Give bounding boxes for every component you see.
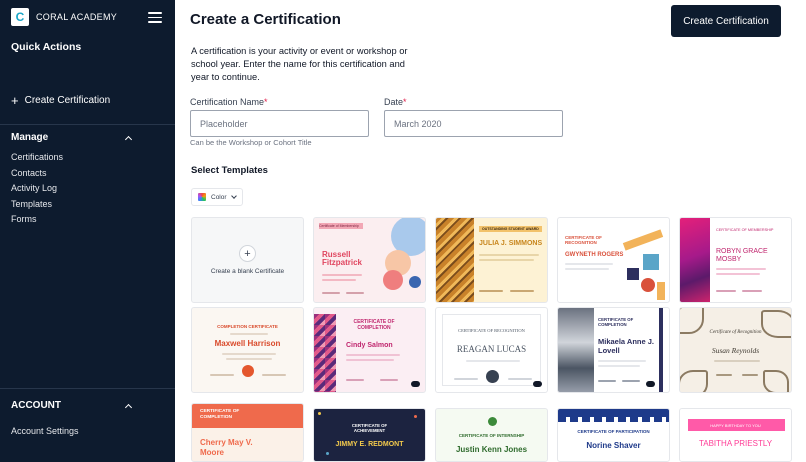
sidebar-create-certification-label: Create Certification [24, 95, 111, 106]
sidebar: C CORAL ACADEMY Quick Actions + Create C… [0, 0, 175, 462]
template-recipient-name: Mikaela Anne J. Lovell [598, 337, 654, 355]
manage-nav: Certifications Contacts Activity Log Tem… [11, 151, 63, 229]
brand-logo: C [11, 8, 29, 26]
template-tile[interactable]: HAPPY BIRTHDAY TO YOU TABITHA PRIESTLY [679, 408, 792, 462]
template-heading: COMPLETION CERTIFICATE [217, 324, 278, 329]
template-heading: CERTIFICATE OF ACHIEVEMENT [351, 423, 388, 433]
template-recipient-name: Cindy Salmon [346, 342, 393, 349]
template-tile[interactable]: CERTIFICATE OF RECOGNITION GWYNETH ROGER… [557, 217, 670, 303]
chevron-up-icon [124, 135, 133, 143]
template-tile[interactable]: CERTIFICATE OF INTERNSHIP Justin Kenn Jo… [435, 408, 548, 462]
account-title: ACCOUNT [11, 400, 61, 411]
template-recipient-name: GWYNETH ROGERS [565, 252, 624, 258]
certification-name-input[interactable] [190, 110, 369, 137]
template-recipient-name: Russell Fitzpatrick [322, 250, 363, 267]
create-certification-button[interactable]: Create Certification [671, 5, 781, 37]
template-heading: CERTIFICATE OF COMPLETION [200, 409, 240, 420]
manage-title: Manage [11, 132, 49, 143]
template-recipient-name: JIMMY E. REDMONT [335, 441, 404, 448]
template-recipient-name: Susan Reynolds [711, 346, 760, 355]
template-recipient-name: Cherry May V. Moore [200, 438, 253, 457]
template-heading: CERTIFICATE OF RECOGNITION [565, 235, 602, 245]
date-input[interactable] [384, 110, 563, 137]
template-tile[interactable]: CERTIFICATE OF COMPLETION Mikaela Anne J… [557, 307, 670, 393]
description-text: A certification is your activity or even… [191, 46, 408, 83]
sidebar-item-forms[interactable]: Forms [11, 213, 63, 229]
template-tile[interactable]: CERTIFICATE OF COMPLETION Cindy Salmon [313, 307, 426, 393]
manage-section-toggle[interactable]: Manage [11, 132, 133, 143]
certification-name-hint: Can be the Workshop or Cohort Title [190, 138, 312, 147]
template-recipient-name: REAGAN LUCAS [456, 344, 527, 354]
brand[interactable]: C CORAL ACADEMY [11, 8, 117, 26]
account-section-toggle[interactable]: ACCOUNT [11, 400, 133, 411]
template-heading: CERTIFICATE OF INTERNSHIP [458, 433, 525, 438]
template-heading: Certificate of Membership [319, 224, 359, 228]
template-heading: Certificate of Recognition [709, 330, 762, 335]
template-tile[interactable]: CERTIFICATE OF ACHIEVEMENT JIMMY E. REDM… [313, 408, 426, 462]
template-tile[interactable]: CERTIFICATE OF COMPLETION Cherry May V. … [191, 403, 304, 462]
color-filter-label: Color [211, 193, 227, 201]
template-recipient-name: Maxwell Harrison [214, 339, 281, 348]
date-label: Date* [384, 97, 407, 107]
template-tile[interactable]: COMPLETION CERTIFICATE Maxwell Harrison [191, 307, 304, 393]
sidebar-item-contacts[interactable]: Contacts [11, 167, 63, 183]
chevron-down-icon [230, 193, 237, 199]
template-tile[interactable]: CERTIFICATE OF MEMBERSHIP ROBYN GRACE MO… [679, 217, 792, 303]
sidebar-divider [0, 388, 175, 389]
chevron-up-icon [124, 403, 133, 411]
template-recipient-name: TABITHA PRIESTLY [698, 439, 773, 448]
color-filter-dropdown[interactable]: Color [191, 188, 243, 206]
color-palette-icon [198, 193, 206, 201]
template-heading: HAPPY BIRTHDAY TO YOU [710, 423, 761, 428]
template-recipient-name: JULIA J. SIMMONS [479, 240, 543, 247]
template-recipient-name: Norine Shaver [586, 441, 641, 450]
template-heading: CERTIFICATE OF PARTICIPATION [577, 429, 650, 434]
template-heading: OUTSTANDING STUDENT AWARD [479, 226, 542, 232]
template-tile[interactable]: OUTSTANDING STUDENT AWARD JULIA J. SIMMO… [435, 217, 548, 303]
sidebar-item-activity-log[interactable]: Activity Log [11, 182, 63, 198]
sidebar-divider [0, 124, 175, 125]
template-tile[interactable]: Certificate of Recognition Susan Reynold… [679, 307, 792, 393]
quick-actions-title: Quick Actions [11, 41, 82, 53]
blank-template-label: Create a blank Certificate [210, 268, 285, 275]
template-heading: CERTIFICATE OF MEMBERSHIP [716, 228, 774, 232]
template-recipient-name: Justin Kenn Jones [455, 445, 528, 454]
template-heading: CERTIFICATE OF RECOGNITION [458, 328, 525, 333]
template-tile[interactable]: Certificate of Membership Russell Fitzpa… [313, 217, 426, 303]
template-heading: CERTIFICATE OF COMPLETION [598, 317, 634, 327]
plus-icon: + [11, 93, 19, 108]
plus-icon: + [239, 245, 256, 262]
sidebar-item-account-settings[interactable]: Account Settings [11, 426, 79, 436]
sidebar-item-templates[interactable]: Templates [11, 198, 63, 214]
brand-name: CORAL ACADEMY [36, 12, 118, 22]
template-tile[interactable]: CERTIFICATE OF RECOGNITION REAGAN LUCAS [435, 307, 548, 393]
select-templates-title: Select Templates [191, 165, 268, 176]
hamburger-menu-icon[interactable] [148, 12, 162, 23]
sidebar-item-certifications[interactable]: Certifications [11, 151, 63, 167]
template-recipient-name: ROBYN GRACE MOSBY [716, 248, 768, 263]
certification-name-label: Certification Name* [190, 97, 268, 107]
sidebar-create-certification[interactable]: + Create Certification [11, 94, 110, 107]
template-tile[interactable]: CERTIFICATE OF PARTICIPATION Norine Shav… [557, 408, 670, 462]
page-title: Create a Certification [190, 11, 341, 28]
template-heading: CERTIFICATE OF COMPLETION [353, 319, 395, 331]
blank-template-tile[interactable]: + Create a blank Certificate [191, 217, 304, 303]
